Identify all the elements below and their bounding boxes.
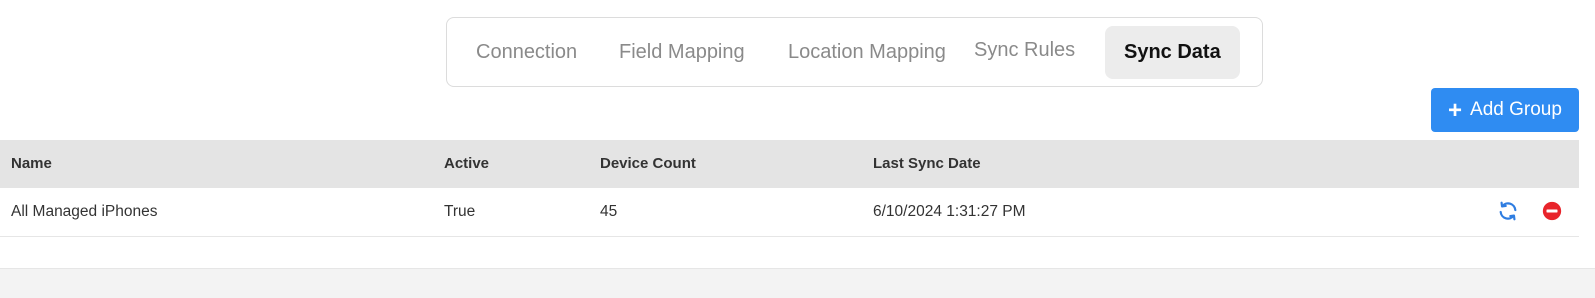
add-group-label: Add Group (1470, 99, 1562, 120)
row-actions (1497, 200, 1563, 222)
tab-location-mapping[interactable]: Location Mapping (788, 26, 946, 79)
cell-device-count: 45 (600, 203, 618, 220)
tab-field-mapping[interactable]: Field Mapping (619, 26, 745, 79)
add-group-button[interactable]: + Add Group (1431, 88, 1579, 132)
cell-name: All Managed iPhones (11, 203, 158, 220)
column-header-device-count[interactable]: Device Count (600, 140, 696, 188)
table-row[interactable]: All Managed iPhones True 45 6/10/2024 1:… (0, 188, 1579, 237)
column-header-active[interactable]: Active (444, 140, 489, 188)
column-header-name[interactable]: Name (11, 140, 52, 188)
tab-connection[interactable]: Connection (476, 26, 577, 79)
column-header-last-sync-date[interactable]: Last Sync Date (873, 140, 981, 188)
tab-sync-rules[interactable]: Sync Rules (974, 24, 1075, 77)
tab-sync-data[interactable]: Sync Data (1105, 26, 1240, 79)
remove-icon[interactable] (1541, 200, 1563, 222)
table-header: Name Active Device Count Last Sync Date (0, 140, 1579, 188)
plus-icon: + (1448, 97, 1463, 124)
sync-icon[interactable] (1497, 200, 1519, 222)
groups-table: Name Active Device Count Last Sync Date … (0, 140, 1579, 237)
cell-last-sync-date: 6/10/2024 1:31:27 PM (873, 203, 1026, 220)
cell-active: True (444, 203, 476, 220)
footer-band (0, 268, 1595, 298)
tab-bar: Connection Field Mapping Location Mappin… (446, 17, 1263, 87)
